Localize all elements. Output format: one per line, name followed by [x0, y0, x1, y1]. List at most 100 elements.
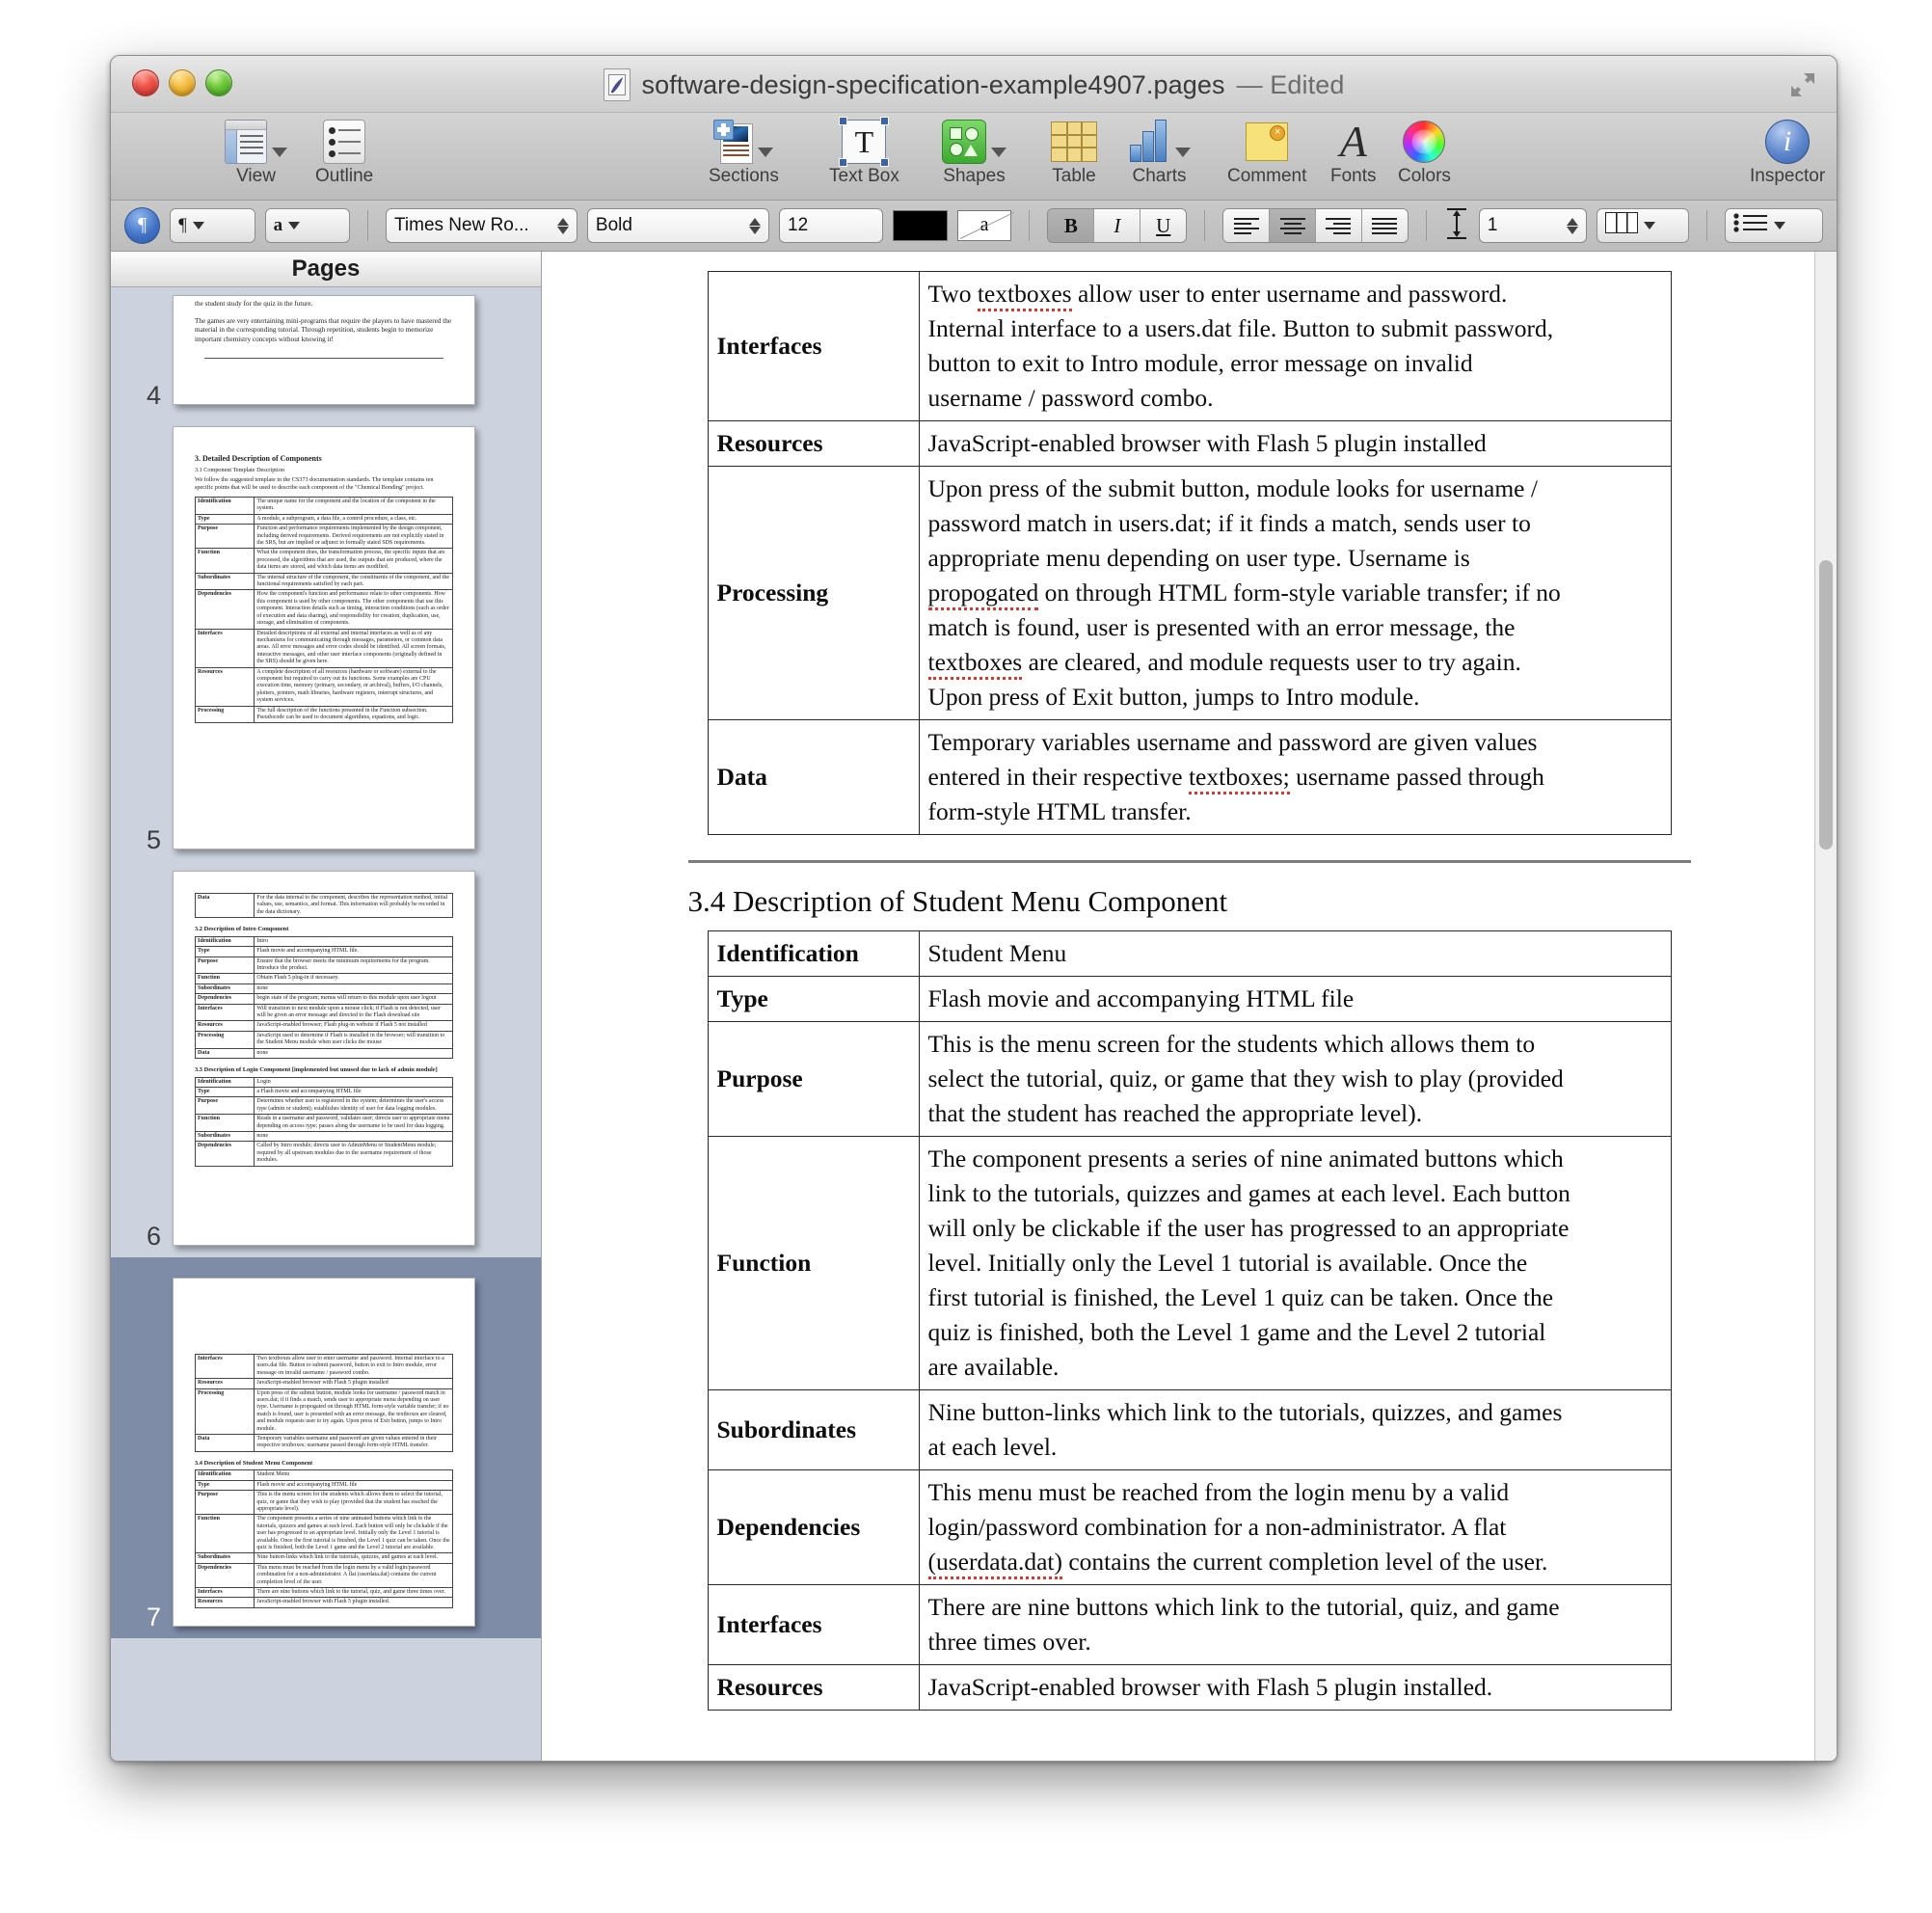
thumb-table-value: The component presents a series of nine …: [254, 1514, 453, 1554]
thumb-table-value: JavaScript-enabled browser; Flash plug-i…: [254, 1020, 453, 1032]
thumb-table-key: Subordinates: [194, 1552, 255, 1564]
thumb-table-key: Dependencies: [194, 1141, 255, 1167]
toolbar-outline-button[interactable]: Outline: [315, 119, 373, 186]
table-cell-line: Student Menu: [928, 936, 1662, 971]
list-style-menu[interactable]: [1724, 208, 1824, 243]
stepper-icon[interactable]: [1566, 217, 1578, 234]
thumb-table-row: Processing The full description of the fu…: [194, 705, 453, 724]
chevron-down-icon[interactable]: [757, 148, 773, 157]
align-right-button[interactable]: [1316, 209, 1362, 242]
toolbar-inspector-button[interactable]: i Inspector: [1750, 119, 1825, 186]
thumbnail-page-6[interactable]: 6 Data For the data internal to the compo…: [111, 861, 541, 1257]
toolbar-charts-button[interactable]: Charts: [1128, 119, 1191, 186]
thumb-table-value: A module, a subprogram, a data file, a c…: [254, 513, 453, 525]
document-canvas[interactable]: Interfaces Two textboxes allow user to en…: [542, 252, 1837, 1761]
character-style-menu[interactable]: a: [264, 208, 351, 243]
paragraph-style-menu[interactable]: ¶: [170, 208, 255, 243]
toolbar-view-button[interactable]: View: [225, 119, 287, 186]
align-center-button[interactable]: [1270, 209, 1317, 242]
text-run: allow user to enter username and passwor…: [1071, 280, 1508, 308]
bold-button[interactable]: B: [1048, 209, 1095, 242]
toolbar-textbox-button[interactable]: T Text Box: [829, 117, 899, 186]
table-row: Type Flash movie and accompanying HTML fi…: [707, 976, 1672, 1022]
font-style-value: Bold: [595, 215, 632, 235]
table-cell-line: entered in their respective textboxes; u…: [928, 760, 1662, 795]
toolbar-shapes-label: Shapes: [943, 166, 1006, 186]
show-invisibles-toggle[interactable]: ¶: [124, 207, 161, 244]
thumb-table-row: Resources JavaScript-enabled browser with…: [194, 1597, 453, 1608]
text-run: three times over.: [927, 1628, 1091, 1656]
login-component-table[interactable]: Interfaces Two textboxes allow user to en…: [707, 271, 1672, 835]
text-run: match is found, user is presented with a…: [927, 613, 1516, 641]
thumbnail-page-7[interactable]: 7 Interfaces Two textboxes allow user to …: [111, 1257, 541, 1638]
thumb-text: The games are very entertaining mini-pro…: [195, 316, 452, 343]
fullscreen-button[interactable]: [1788, 70, 1817, 99]
thumb-table: Interfaces Two textboxes allow user to en…: [194, 1353, 453, 1452]
vertical-scrollbar[interactable]: [1814, 252, 1837, 1761]
stepper-icon[interactable]: [749, 217, 761, 234]
text-run: Student Menu: [927, 939, 1067, 967]
toolbar-shapes-button[interactable]: Shapes: [942, 119, 1006, 186]
toolbar-sections-label: Sections: [709, 166, 779, 186]
underline-button[interactable]: U: [1140, 209, 1187, 242]
thumb-table-value: This menu must be reached from the login…: [254, 1562, 453, 1589]
thumb-table-row: Interfaces Will transition to next module…: [194, 1003, 453, 1022]
toolbar-sections-button[interactable]: Sections: [709, 119, 779, 186]
thumb-table-key: Interfaces: [194, 1003, 255, 1022]
view-icon: [225, 119, 287, 165]
align-left-button[interactable]: [1223, 209, 1271, 242]
thumb-table-body: Identification The unique name for the co…: [194, 497, 453, 724]
student-menu-component-table[interactable]: Identification Student Menu Type Flash movi…: [707, 930, 1672, 1711]
chevron-down-icon[interactable]: [991, 148, 1006, 157]
text-run: Upon press of Exit button, jumps to Intr…: [927, 683, 1420, 711]
page-thumbnail[interactable]: 3. Detailed Description of Components 3.…: [173, 426, 475, 849]
thumb-table-value: Obtain Flash 5 plug-in if necessary.: [254, 973, 453, 984]
fonts-icon: A: [1339, 117, 1367, 166]
toolbar-comment-label: Comment: [1227, 166, 1307, 186]
toolbar-table-button[interactable]: Table: [1051, 119, 1097, 186]
thumb-table-value: For the data internal to the component, …: [254, 892, 453, 919]
page-thumbnail[interactable]: the student study for the quiz in the fu…: [173, 295, 475, 405]
thumb-table-key: Resources: [194, 666, 255, 707]
thumbnail-page-4[interactable]: 4 the student study for the quiz in the …: [111, 285, 541, 417]
line-spacing-select[interactable]: 1: [1478, 208, 1587, 243]
thumb-table-value: This is the menu screen for the students…: [254, 1490, 453, 1516]
table-row-value: Upon press of the submit button, module …: [918, 466, 1672, 720]
font-size-select[interactable]: 12: [779, 208, 883, 243]
toolbar-comment-button[interactable]: × Comment: [1227, 119, 1306, 186]
toolbar-fonts-button[interactable]: A Fonts: [1330, 119, 1377, 186]
text-color-swatch[interactable]: [892, 210, 948, 241]
columns-menu[interactable]: [1596, 208, 1689, 243]
text-run: link to the tutorials, quizzes and games…: [927, 1179, 1570, 1207]
table-row-key: Subordinates: [707, 1389, 920, 1470]
thumb-table-value: Function and performance requirements im…: [254, 524, 453, 550]
text-run: appropriate menu depending on user type.…: [927, 544, 1470, 572]
page-thumbnail[interactable]: Data For the data internal to the compone…: [173, 871, 475, 1246]
chevron-down-icon[interactable]: [272, 148, 287, 157]
stepper-icon[interactable]: [556, 217, 569, 234]
text-background-swatch[interactable]: a: [956, 210, 1012, 241]
font-family-select[interactable]: Times New Ro...: [386, 208, 577, 243]
thumb-table-row: Type A module, a subprogram, a data file,…: [194, 513, 453, 525]
table-row: Subordinates Nine button-links which link…: [707, 1389, 1672, 1470]
thumb-table-key: Processing: [194, 1030, 255, 1049]
font-style-select[interactable]: Bold: [586, 208, 769, 243]
thumbnail-page-5[interactable]: 5 3. Detailed Description of Components …: [111, 417, 541, 861]
page-thumbnail-selected[interactable]: Interfaces Two textboxes allow user to en…: [173, 1278, 475, 1627]
window-title-bar: software-design-specification-example490…: [111, 56, 1837, 113]
toolbar-colors-button[interactable]: Colors: [1398, 119, 1451, 186]
thumb-table-key: Data: [194, 892, 255, 919]
thumb-table-key: Purpose: [194, 1490, 255, 1516]
charts-icon: [1128, 119, 1191, 165]
chevron-down-icon[interactable]: [1175, 148, 1191, 157]
thumb-table-value: Intro: [254, 935, 453, 948]
thumb-table-row: Type Flash movie and accompanying HTML fi…: [194, 1479, 453, 1492]
table-row-value: Flash movie and accompanying HTML file: [918, 976, 1672, 1022]
scrollbar-thumb[interactable]: [1819, 560, 1833, 849]
thumb-table-row: Data For the data internal to the compone…: [194, 892, 453, 919]
italic-button[interactable]: I: [1094, 209, 1141, 242]
align-justify-button[interactable]: [1361, 209, 1408, 242]
pages-thumbnail-sidebar[interactable]: Pages 4 the student study for the quiz i…: [111, 252, 542, 1761]
thumb-table-row: Purpose This is the menu screen for the s…: [194, 1490, 453, 1516]
table-cell-line: are available.: [928, 1350, 1662, 1385]
